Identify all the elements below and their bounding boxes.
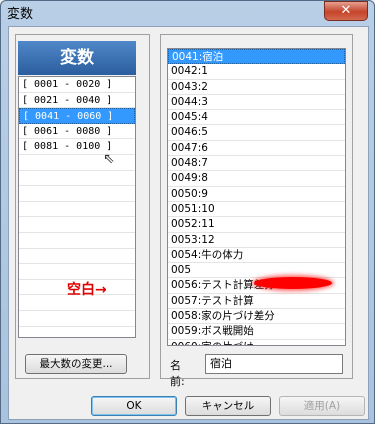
variable-list-item[interactable]: 0054:牛の体力 bbox=[168, 248, 345, 264]
range-list-item[interactable]: [ 0061 - 0080 ] bbox=[19, 124, 135, 140]
name-label: 名前: bbox=[170, 359, 185, 388]
dialog-client-area: 変数 [ 0001 - 0020 ][ 0021 - 0040 ][ 0041 … bbox=[8, 26, 369, 420]
window-title: 変数 bbox=[7, 7, 34, 22]
annotation-text: 空白→ bbox=[67, 282, 107, 298]
variable-list-item[interactable]: 0041:宿泊 bbox=[168, 49, 345, 65]
variable-list[interactable]: 0041:宿泊 0042:1 0043:2 0044:3 0045:4 0046:5 004… bbox=[167, 48, 346, 346]
variable-list-item[interactable]: 0058:家の片づけ差分 bbox=[168, 309, 345, 325]
range-list-item[interactable]: [ 0041 - 0060 ] bbox=[19, 108, 135, 124]
variable-list-item[interactable]: 0046:5 bbox=[168, 125, 345, 141]
apply-button[interactable]: 適用(A) bbox=[279, 396, 365, 416]
variable-list-item[interactable]: 0057:テスト計算 bbox=[168, 294, 345, 310]
mouse-cursor-icon: ⇖ bbox=[103, 151, 115, 167]
variable-list-item[interactable]: 0059:ボス戦開始 bbox=[168, 324, 345, 340]
range-list-item bbox=[19, 311, 135, 327]
cancel-button[interactable]: キャンセル bbox=[185, 396, 271, 416]
variable-list-item[interactable]: 0048:7 bbox=[168, 156, 345, 172]
variable-list-item[interactable]: 0051:10 bbox=[168, 202, 345, 218]
range-list-item bbox=[19, 249, 135, 265]
title-bar: 変数 ✕ bbox=[1, 1, 374, 23]
variable-list-item[interactable]: 0045:4 bbox=[168, 110, 345, 126]
range-list-item bbox=[19, 202, 135, 218]
variable-list-item[interactable]: 0050:9 bbox=[168, 187, 345, 202]
range-list-item bbox=[19, 186, 135, 202]
dialog-window: 変数 ✕ 変数 [ 0001 - 0020 ][ 0021 - 0040 ][ … bbox=[0, 0, 375, 424]
ok-button[interactable]: OK bbox=[91, 396, 177, 416]
variable-list-item[interactable]: 0043:2 bbox=[168, 80, 345, 95]
range-list-item bbox=[19, 327, 135, 338]
range-list-item bbox=[19, 217, 135, 233]
variable-list-item[interactable]: 0052:11 bbox=[168, 217, 345, 233]
variable-list-item[interactable]: 0053:12 bbox=[168, 233, 345, 248]
name-field[interactable]: 宿泊 bbox=[205, 354, 343, 374]
variable-list-item[interactable]: 0047:6 bbox=[168, 141, 345, 157]
redaction-scribble bbox=[254, 277, 332, 289]
change-max-button[interactable]: 最大数の変更... bbox=[25, 354, 127, 374]
range-list-item bbox=[19, 233, 135, 249]
range-list-item bbox=[19, 264, 135, 280]
close-button[interactable]: ✕ bbox=[324, 1, 368, 21]
range-list-item bbox=[19, 155, 135, 171]
variable-list-item[interactable]: 0044:3 bbox=[168, 95, 345, 111]
range-list-item[interactable]: [ 0081 - 0100 ] bbox=[19, 139, 135, 155]
variable-list-item[interactable]: 0049:8 bbox=[168, 171, 345, 187]
close-icon: ✕ bbox=[340, 3, 352, 18]
range-list-item bbox=[19, 171, 135, 187]
variables-header: 変数 bbox=[18, 41, 136, 75]
range-list-item[interactable]: [ 0021 - 0040 ] bbox=[19, 93, 135, 109]
variable-list-item[interactable]: 0042:1 bbox=[168, 64, 345, 80]
range-list-item[interactable]: [ 0001 - 0020 ] bbox=[19, 77, 135, 93]
variable-list-item[interactable]: 005 bbox=[168, 263, 345, 279]
variable-list-item[interactable]: 0060:家の片づけ bbox=[168, 340, 345, 345]
